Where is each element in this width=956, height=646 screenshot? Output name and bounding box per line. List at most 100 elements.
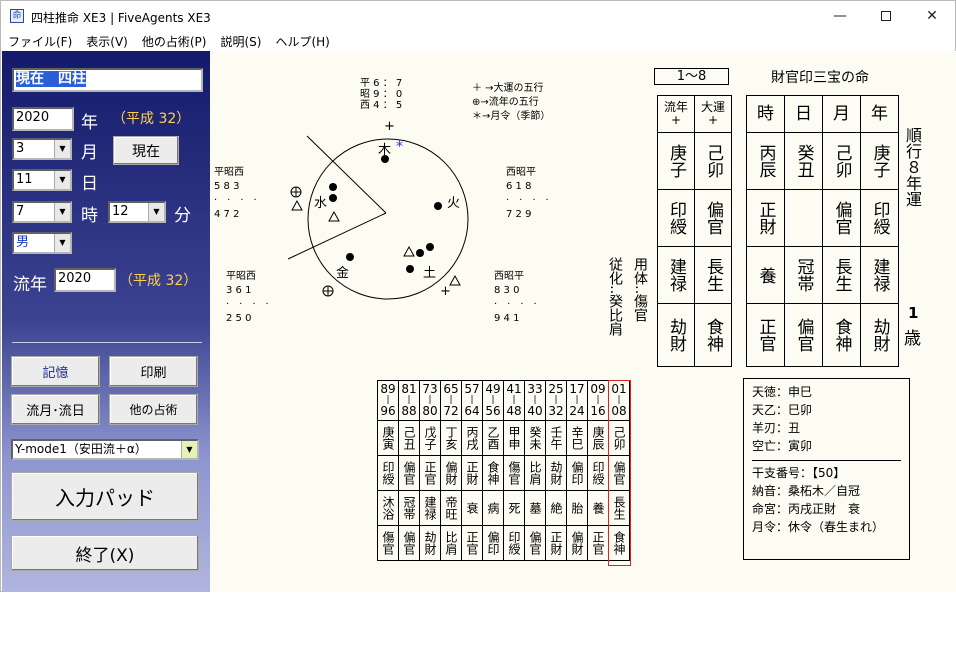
luck-star2: 印綬: [507, 531, 521, 555]
luck-table-cell: 辛巳: [566, 420, 588, 456]
month-value: 3: [16, 141, 25, 156]
pillar-cell-text: 冠帯: [793, 258, 814, 292]
luck-table-cell: 墓: [524, 490, 546, 526]
gender-value: 男: [16, 235, 30, 250]
luck-table-cell: 建禄: [419, 490, 441, 526]
ryugetsu-button[interactable]: 流月･流日: [11, 394, 100, 425]
luck-star1: 食神: [486, 461, 500, 485]
luck-table-cell: 丁亥: [440, 420, 462, 456]
ryunen-star2-text: 建禄: [666, 258, 686, 292]
luck-table-cell: 戊子: [419, 420, 441, 456]
day-select[interactable]: 11 ▼: [12, 169, 72, 191]
legend-item: ⊕→流年の五行: [472, 97, 539, 108]
luck-stage: 冠帯: [402, 496, 416, 520]
age-to: 96: [380, 404, 396, 418]
fire-label: 火: [447, 196, 461, 211]
luck-table-cell: 65 | 72: [440, 380, 462, 421]
ryunen-star3-text: 劫財: [666, 318, 686, 352]
plus-mark: +: [440, 284, 451, 299]
luck-table-cell: 印綬: [377, 455, 399, 491]
luck-table-cell: 癸未: [524, 420, 546, 456]
luck-stage: 養: [591, 502, 605, 514]
pillar-cell-text: 食神: [831, 318, 852, 352]
pillar-cell-text: 正官: [755, 318, 776, 352]
luck-table-cell: 正官: [587, 525, 609, 561]
month-select[interactable]: 3 ▼: [12, 138, 72, 160]
taiun-star3: 食神: [694, 303, 732, 367]
juka-bot: 癸比肩: [607, 294, 623, 337]
menu-help[interactable]: ヘルプ(H): [268, 33, 336, 50]
chevron-down-icon: ▼: [54, 140, 70, 158]
top-line: 平 6 ： 7: [360, 78, 403, 89]
close-button[interactable]: ✕: [909, 1, 955, 31]
minute-select[interactable]: 12 ▼: [108, 201, 166, 223]
print-button[interactable]: 印刷: [109, 356, 198, 387]
tl-stat-block: 平昭西 5 8 3 · · · · 4 7 2: [214, 167, 257, 220]
luck-stage: 絶: [549, 502, 563, 514]
stat-nums: 4 7 2: [214, 209, 240, 220]
luck-table-cell: 89 | 96: [377, 380, 399, 421]
pillar-cell: 劫財: [860, 303, 899, 367]
now-button[interactable]: 現在: [113, 136, 179, 165]
memory-button[interactable]: 記憶: [11, 356, 100, 387]
luck-table-cell: 正財: [461, 455, 483, 491]
maximize-icon: [881, 11, 891, 21]
luck-star1: 印綬: [591, 461, 605, 485]
exit-button[interactable]: 終了(X): [11, 535, 199, 571]
ryunen-year-input[interactable]: 2020: [54, 268, 116, 292]
luck-table-cell: 庚寅: [377, 420, 399, 456]
year-input[interactable]: 2020: [12, 107, 74, 131]
ryunen-star1-text: 印綬: [666, 201, 686, 235]
luck-table-cell: 81 | 88: [398, 380, 420, 421]
top-line: 西 4 ： 5: [360, 100, 403, 111]
menu-view[interactable]: 表示(V): [79, 33, 135, 50]
other-divination-button[interactable]: 他の占術: [109, 394, 198, 425]
luck-stem: 甲申: [507, 426, 521, 450]
age-unit: 歳: [904, 329, 921, 349]
pillar-cell: [784, 189, 823, 247]
era-label: （平成 32）: [112, 111, 191, 127]
info-divider: [752, 455, 901, 461]
stat-label: 西昭平: [506, 167, 536, 178]
maximize-button[interactable]: [863, 1, 909, 31]
input-pad-button[interactable]: 入力パッド: [11, 472, 199, 521]
gender-select[interactable]: 男 ▼: [12, 232, 72, 254]
info-tentoku: 天徳：申巳: [752, 385, 813, 399]
pillar-cell: 癸丑: [784, 132, 823, 190]
earth-label: 土: [423, 266, 437, 281]
hour-select[interactable]: 7 ▼: [12, 201, 72, 223]
pillar-cell-text: 時: [757, 104, 774, 124]
luck-table-cell: 帝旺: [440, 490, 462, 526]
luck-table-cell: 衰: [461, 490, 483, 526]
luck-stem: 辛巳: [570, 426, 584, 450]
window-title: 四柱推命 XE3 | FiveAgents XE3: [31, 11, 211, 25]
chevron-down-icon: ▼: [54, 234, 70, 252]
app-icon[interactable]: 命: [10, 9, 24, 23]
info-tenotsu: 天乙：巳卯: [752, 403, 813, 417]
minute-value: 12: [112, 204, 129, 219]
minimize-button[interactable]: —: [817, 1, 863, 31]
luck-stage: 建禄: [423, 496, 437, 520]
ryunen-era-label: （平成 32）: [119, 273, 198, 289]
chart-area: 平 6 ： 7 昭 9 ： 0 西 4 ： 5 ＋ →大運の五行 ⊕→流年の五行…: [210, 51, 956, 592]
pillar-cell: 時: [746, 95, 785, 133]
menu-other-divination[interactable]: 他の占術(P): [135, 33, 214, 50]
metal-label: 金: [336, 266, 350, 281]
luck-table-cell: 沐浴: [377, 490, 399, 526]
luck-stem: 庚寅: [381, 426, 395, 450]
water-label: 水: [314, 196, 328, 211]
luck-star1: 比肩: [528, 461, 542, 485]
mode-select[interactable]: Y-mode1（安田流＋α） ▼: [11, 439, 199, 460]
luck-table-cell: 死: [503, 490, 525, 526]
luck-star1: 劫財: [549, 461, 563, 485]
luck-table-cell: 57 | 64: [461, 380, 483, 421]
menu-file[interactable]: ファイル(F): [1, 33, 79, 50]
menu-help-desc[interactable]: 説明(S): [213, 33, 268, 50]
chart-name-input[interactable]: 現在 四柱: [12, 68, 203, 92]
luck-table-cell: 傷官: [503, 455, 525, 491]
luck-table-cell: 正官: [461, 525, 483, 561]
luck-table-cell: 傷官: [377, 525, 399, 561]
juka-mid: ‥: [607, 285, 623, 295]
divider: [12, 342, 202, 343]
triangle-mark: [403, 245, 415, 257]
